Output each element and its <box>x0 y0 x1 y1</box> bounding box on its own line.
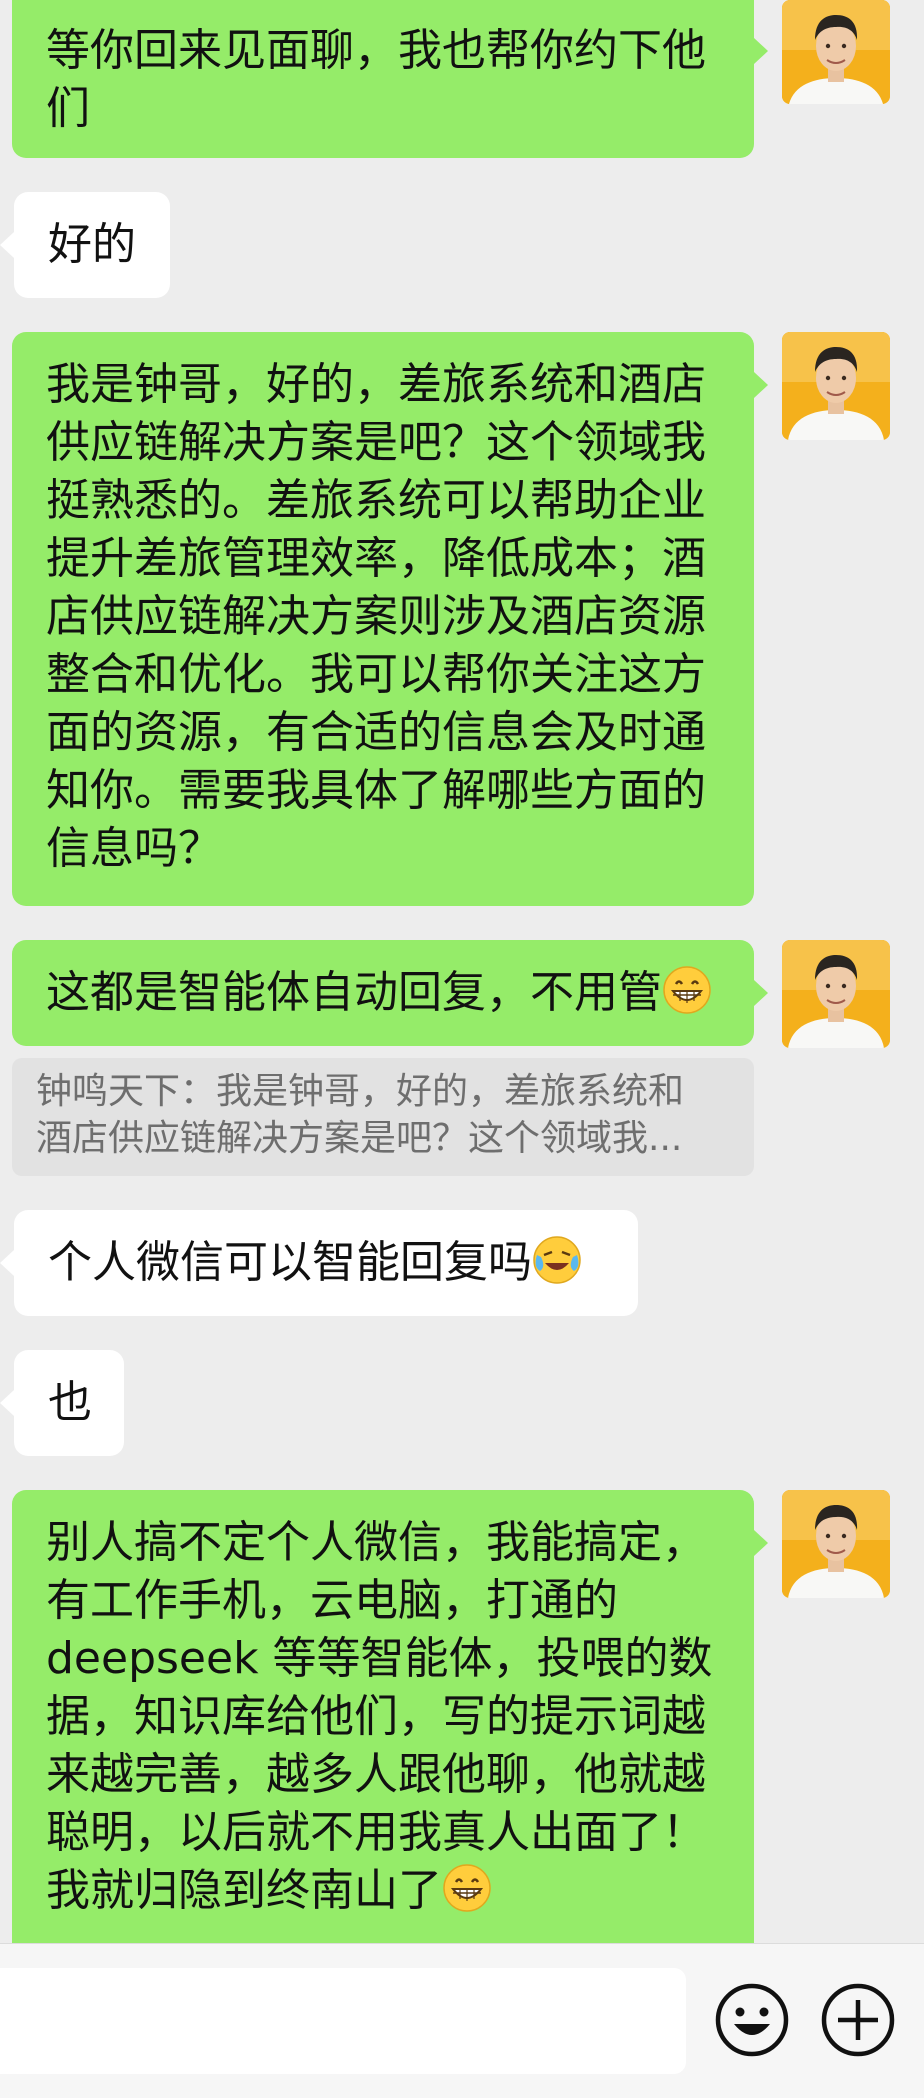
input-bar <box>0 1943 924 2098</box>
avatar-image <box>782 940 890 1048</box>
avatar-image <box>782 0 890 104</box>
grin-emoji <box>442 1863 492 1913</box>
user-avatar[interactable] <box>782 0 890 104</box>
message-text: 也 <box>48 1377 92 1428</box>
bubble-tail <box>0 1250 14 1276</box>
received-message-bubble[interactable]: 好的 <box>14 192 170 298</box>
sent-message-bubble[interactable]: 别人搞不定个人微信，我能搞定， 有工作手机，云电脑，打通的 deepseek 等… <box>12 1490 754 1943</box>
smiley-icon[interactable] <box>712 1980 792 2060</box>
message-text: 好的 <box>48 219 136 270</box>
chat-area[interactable]: 等你回来见面聊，我也帮你约下他们 好的 我是钟哥，好的，差旅系统和酒店供应链解决… <box>0 0 924 1943</box>
user-avatar[interactable] <box>782 1490 890 1598</box>
message-text: 这都是智能体自动回复，不用管 <box>46 967 662 1018</box>
bubble-tail <box>754 38 768 64</box>
user-avatar[interactable] <box>782 940 890 1048</box>
bubble-tail <box>754 372 768 398</box>
received-message-bubble[interactable]: 个人微信可以智能回复吗 <box>14 1210 638 1316</box>
message-line: 据，知识库给他们，写的提示词越 <box>46 1691 706 1742</box>
message-line: 来越完善，越多人跟他聊，他就越 <box>46 1749 706 1800</box>
sent-message-bubble[interactable]: 我是钟哥，好的，差旅系统和酒店供应链解决方案是吧？这个领域我挺熟悉的。差旅系统可… <box>12 332 754 906</box>
bubble-tail <box>754 980 768 1006</box>
quoted-message[interactable]: 钟鸣天下：我是钟哥，好的，差旅系统和 酒店供应链解决方案是吧？这个领域我... <box>12 1058 754 1176</box>
bubble-tail <box>0 232 14 258</box>
user-avatar[interactable] <box>782 332 890 440</box>
bubble-tail <box>754 1530 768 1556</box>
message-line: 聪明，以后就不用我真人出面了！ <box>46 1807 706 1858</box>
bubble-tail <box>0 1390 14 1416</box>
message-line: 有工作手机，云电脑，打通的 <box>46 1575 618 1626</box>
message-text: 我是钟哥，好的，差旅系统和酒店供应链解决方案是吧？这个领域我挺熟悉的。差旅系统可… <box>46 359 706 874</box>
quote-line: 钟鸣天下：我是钟哥，好的，差旅系统和 <box>36 1071 685 1112</box>
plus-circle-icon[interactable] <box>818 1980 898 2060</box>
sent-message-bubble[interactable]: 等你回来见面聊，我也帮你约下他们 <box>12 0 754 158</box>
avatar-image <box>782 1490 890 1598</box>
message-line: 我就归隐到终南山了 <box>46 1865 442 1916</box>
received-message-bubble[interactable]: 也 <box>14 1350 124 1456</box>
crying-laughing-emoji <box>532 1235 582 1285</box>
message-input[interactable] <box>0 1968 686 2074</box>
message-line: 别人搞不定个人微信，我能搞定， <box>46 1517 706 1568</box>
message-text: 个人微信可以智能回复吗 <box>48 1237 532 1288</box>
message-text: 等你回来见面聊，我也帮你约下他们 <box>46 25 706 134</box>
message-line: deepseek 等等智能体，投喂的数 <box>46 1633 713 1684</box>
sent-message-bubble[interactable]: 这都是智能体自动回复，不用管 <box>12 940 754 1046</box>
grin-emoji <box>662 965 712 1015</box>
message-line-last: 我就归隐到终南山了 <box>46 1862 724 1920</box>
quote-line: 酒店供应链解决方案是吧？这个领域我... <box>36 1118 683 1159</box>
avatar-image <box>782 332 890 440</box>
